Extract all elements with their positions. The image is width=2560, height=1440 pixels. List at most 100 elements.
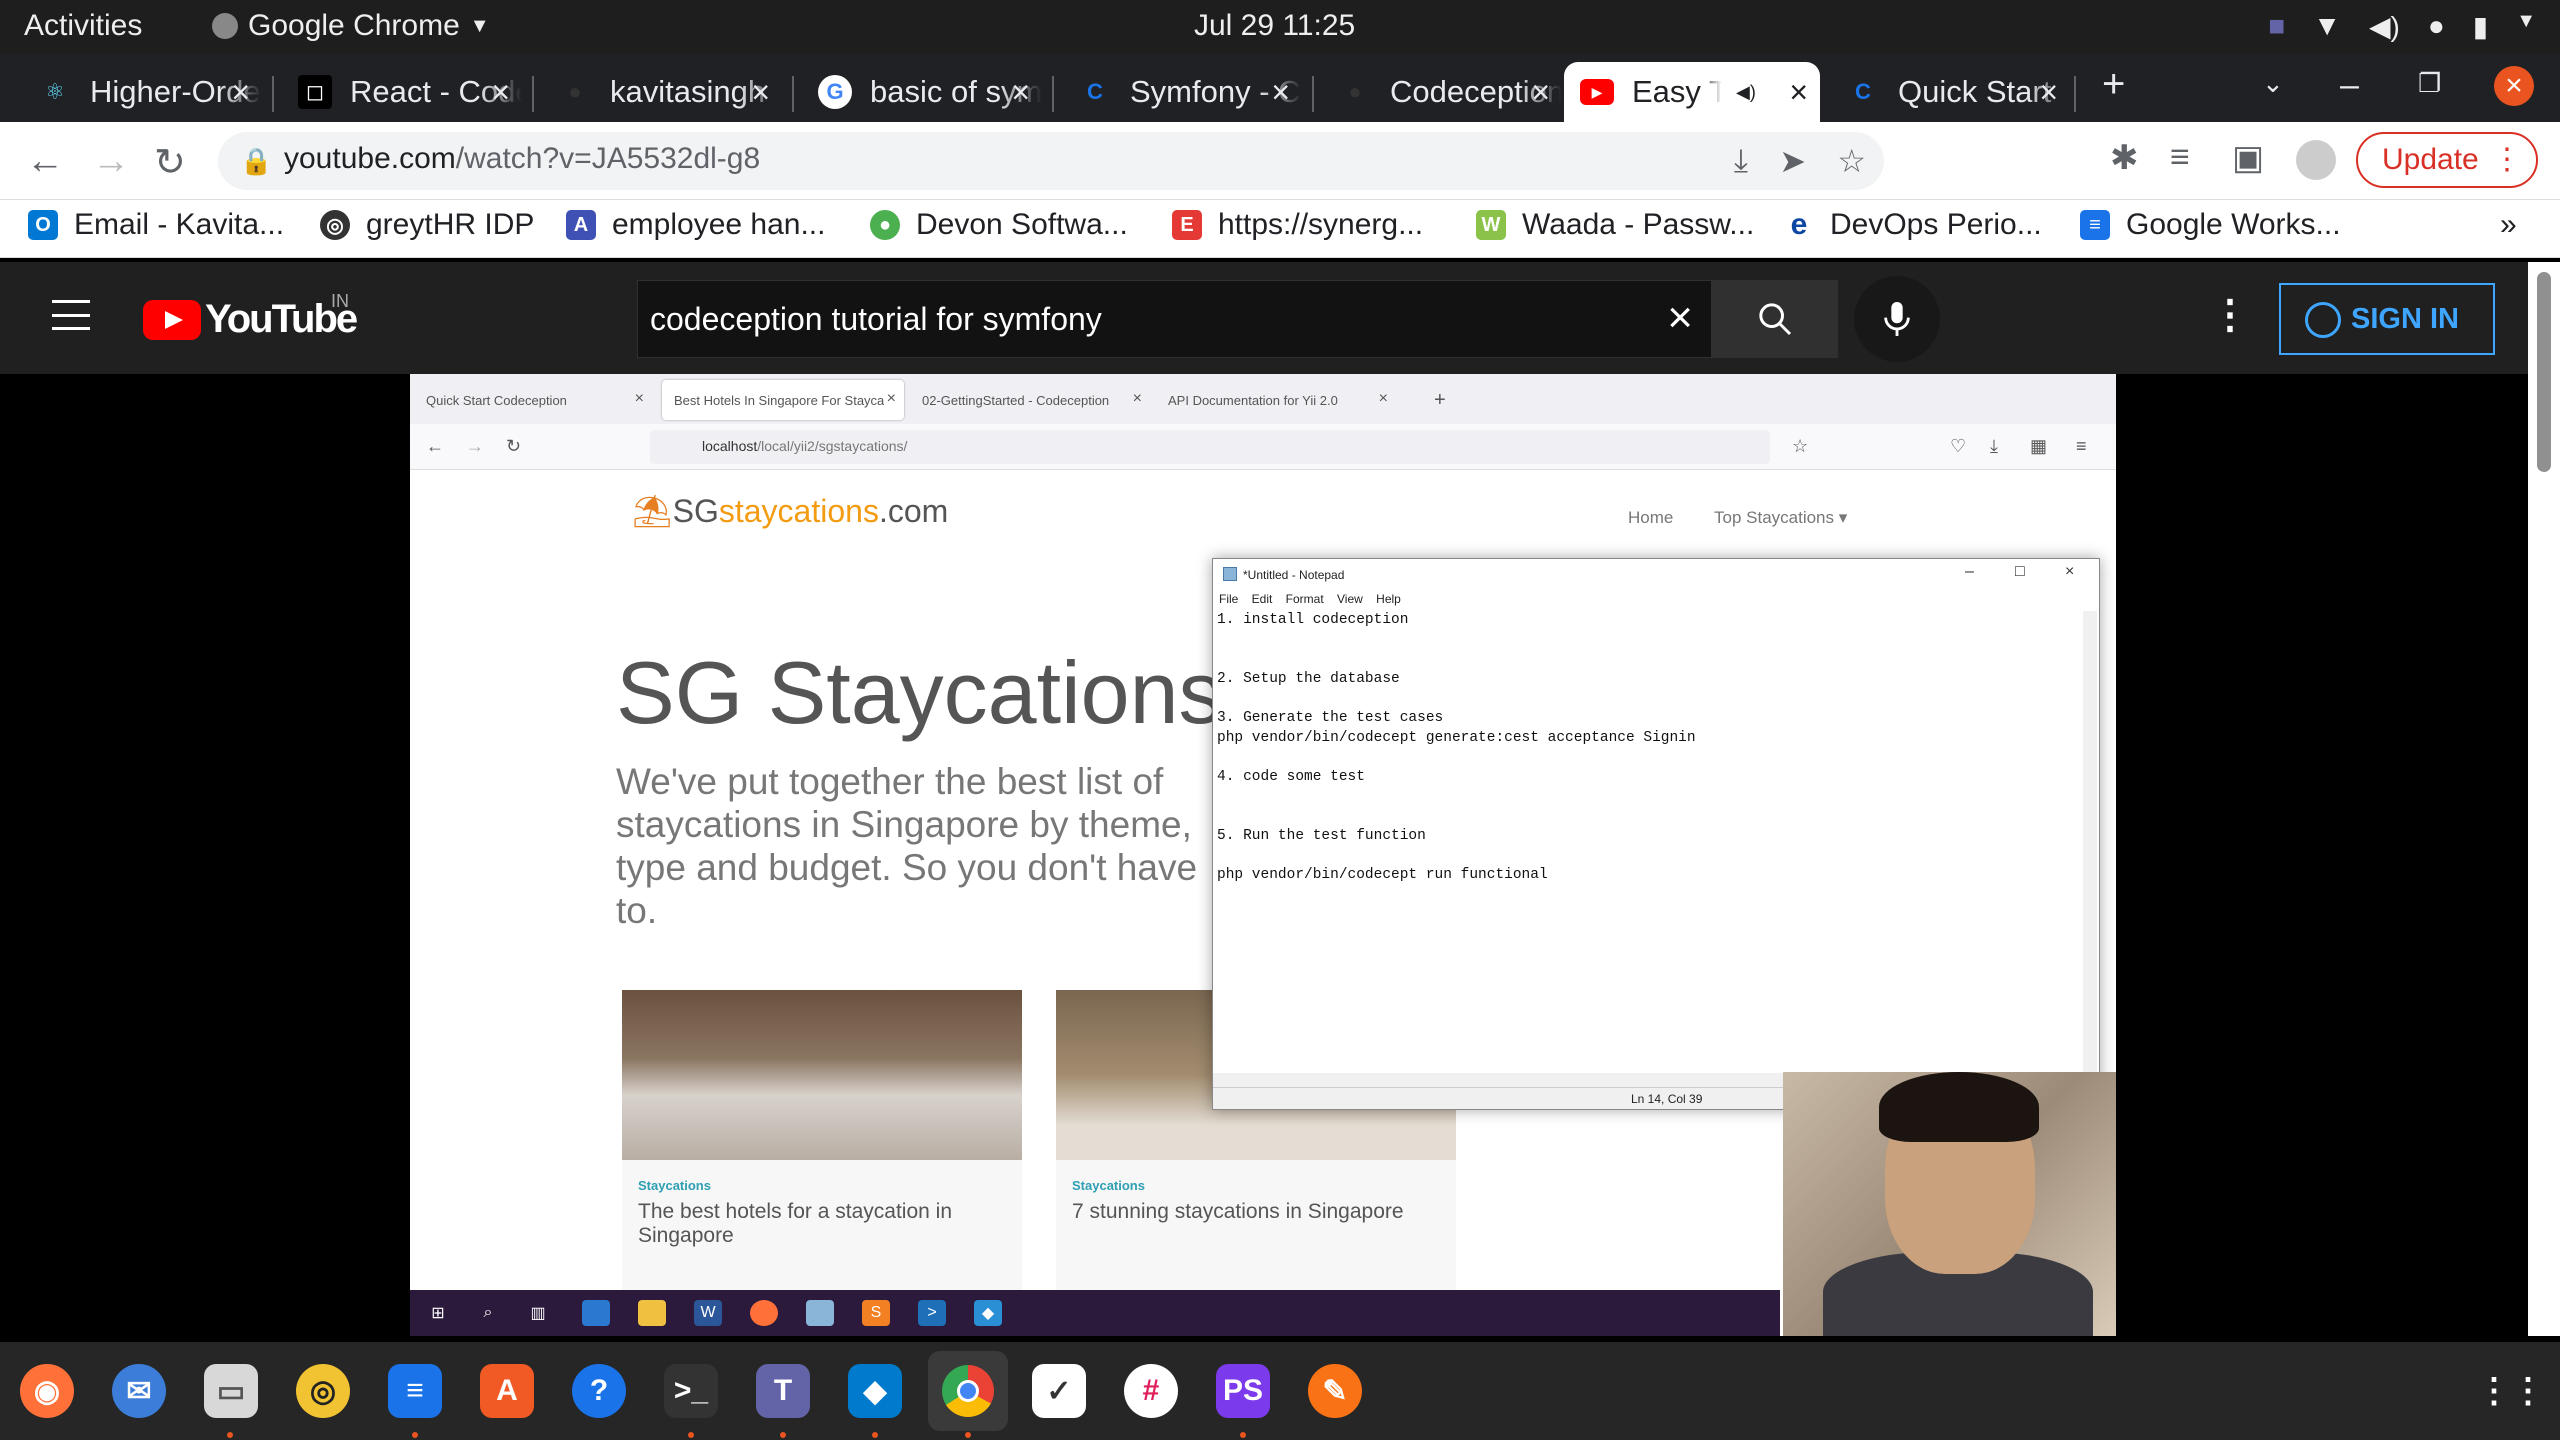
chrome-icon bbox=[212, 13, 238, 39]
app-menu[interactable]: Google Chrome ▼ bbox=[212, 9, 490, 43]
tab-search-icon[interactable]: ⌄ bbox=[2262, 68, 2284, 99]
codeception-icon: C bbox=[1855, 79, 1871, 104]
close-icon[interactable]: × bbox=[1789, 74, 1808, 111]
rhythmbox-icon[interactable]: ◎ bbox=[296, 1364, 350, 1418]
tab-separator bbox=[272, 76, 274, 112]
bookmark-devops[interactable]: e DevOps Perio... bbox=[1784, 208, 2042, 242]
toolbar: ← → ↻ 🔒 youtube.com/watch?v=JA5532dl-g8 … bbox=[0, 122, 2560, 200]
more-bookmarks-icon[interactable]: » bbox=[2500, 208, 2517, 242]
ubuntu-dock: ◉ ✉ ▭ ◎ ≡ A ? >_ T ◆ ✓ # PS ✎ ⋮⋮ bbox=[0, 1342, 2560, 1440]
hamburger-menu-icon[interactable] bbox=[52, 300, 90, 330]
close-icon[interactable]: × bbox=[231, 74, 250, 111]
close-icon[interactable]: × bbox=[1531, 74, 1550, 111]
tab-react-code[interactable]: ◻ React - Code × bbox=[282, 62, 522, 122]
youtube-icon: ▶ bbox=[1580, 79, 1614, 105]
bookmark-devon[interactable]: ● Devon Softwa... bbox=[870, 208, 1128, 242]
pocket-icon: ♡ bbox=[1950, 436, 1967, 456]
clear-search-icon[interactable]: × bbox=[1667, 293, 1693, 343]
close-icon[interactable]: × bbox=[751, 74, 770, 111]
scrollbar-thumb[interactable] bbox=[2537, 272, 2551, 472]
omnibox[interactable]: 🔒 youtube.com/watch?v=JA5532dl-g8 ⤓ ➤ ☆ bbox=[218, 132, 1884, 190]
tab-higher-order[interactable]: ⚛ Higher-Order × bbox=[22, 62, 262, 122]
tab-basic-of-symfony[interactable]: G basic of sym × bbox=[802, 62, 1042, 122]
search-button[interactable] bbox=[1712, 280, 1838, 358]
slack-icon[interactable]: # bbox=[1124, 1364, 1178, 1418]
search-input[interactable]: codeception tutorial for symfony × bbox=[637, 280, 1712, 358]
bookmark-google-works[interactable]: ≡ Google Works... bbox=[2080, 208, 2341, 242]
notepad-title: *Untitled - Notepad bbox=[1243, 568, 1345, 582]
bookmark-star-icon[interactable]: ☆ bbox=[1837, 142, 1866, 180]
bookmark-synerg[interactable]: Ehttps://synerg... bbox=[1172, 208, 1423, 242]
install-icon[interactable]: ⤓ bbox=[1734, 142, 1748, 180]
tab-easy-tutorial[interactable]: ▶ Easy Tutorial ◀) × bbox=[1564, 62, 1820, 122]
youtube-logo[interactable]: YouTube IN bbox=[143, 291, 358, 342]
phpstorm-icon[interactable]: PS bbox=[1216, 1364, 1270, 1418]
notepad-window: *Untitled - Notepad – □ × File Edit Form… bbox=[1212, 558, 2100, 1110]
close-icon[interactable]: × bbox=[2039, 74, 2058, 111]
minimize-button[interactable]: – bbox=[2340, 66, 2359, 105]
reading-list-icon[interactable]: ▣ bbox=[2232, 138, 2264, 178]
vscode-icon[interactable]: ◆ bbox=[848, 1364, 902, 1418]
sg-hero-subtitle: We've put together the best list of stay… bbox=[616, 761, 1198, 931]
bookmarks-bar: O Email - Kavita... ◎ greytHR IDP Aemploye… bbox=[0, 200, 2560, 258]
files-icon[interactable]: ▭ bbox=[204, 1364, 258, 1418]
folder-icon bbox=[638, 1300, 666, 1326]
pencil-app-icon[interactable]: ✎ bbox=[1308, 1364, 1362, 1418]
lock-icon[interactable]: 🔒 bbox=[240, 146, 272, 177]
software-center-icon[interactable]: A bbox=[480, 1364, 534, 1418]
bookmark-greythr[interactable]: ◎ greytHR IDP bbox=[320, 208, 534, 242]
firefox-icon[interactable]: ◉ bbox=[20, 1364, 74, 1418]
show-apps-icon[interactable]: ⋮⋮ bbox=[2477, 1364, 2545, 1418]
tab-quick-start[interactable]: C Quick Start × bbox=[1830, 62, 2070, 122]
page-scrollbar[interactable] bbox=[2528, 262, 2560, 1336]
settings-menu-icon[interactable]: ⋮ bbox=[2210, 292, 2250, 338]
power-menu-icon: ▼ bbox=[2516, 10, 2536, 32]
sign-in-button[interactable]: SIGN IN bbox=[2279, 283, 2495, 355]
tab-symfony[interactable]: C Symfony - C × bbox=[1062, 62, 1302, 122]
writer-icon[interactable]: ≡ bbox=[388, 1364, 442, 1418]
tab-kavitasingh[interactable]: ● kavitasingh × bbox=[542, 62, 782, 122]
youtube-header: YouTube IN codeception tutorial for symf… bbox=[0, 262, 2528, 374]
system-tray[interactable]: ■ ▼ ◀) ● ▮ ▼ bbox=[2268, 10, 2536, 43]
update-label: Update bbox=[2382, 143, 2479, 176]
terminal-icon[interactable]: >_ bbox=[664, 1364, 718, 1418]
update-button[interactable]: Update ⋮ bbox=[2356, 132, 2538, 188]
help-icon[interactable]: ? bbox=[572, 1364, 626, 1418]
chrome-icon[interactable] bbox=[928, 1351, 1008, 1431]
send-icon[interactable]: ➤ bbox=[1779, 142, 1806, 180]
clock[interactable]: Jul 29 11:25 bbox=[1194, 9, 1355, 43]
video-player[interactable]: Quick Start Codeception × Best Hotels In … bbox=[410, 374, 2116, 1336]
url-text[interactable]: youtube.com/watch?v=JA5532dl-g8 bbox=[284, 142, 760, 176]
tab-codeception[interactable]: ● Codeception × bbox=[1322, 62, 1562, 122]
edge-icon bbox=[582, 1300, 610, 1326]
back-button[interactable]: ← bbox=[26, 140, 64, 183]
media-control-icon[interactable]: ≡ bbox=[2170, 138, 2190, 177]
profile-avatar[interactable] bbox=[2296, 140, 2336, 180]
close-icon[interactable]: × bbox=[1271, 74, 1290, 111]
bookmark-employee[interactable]: Aemployee han... bbox=[566, 208, 825, 242]
synerg-icon: E bbox=[1172, 210, 1202, 240]
close-icon[interactable]: × bbox=[491, 74, 510, 111]
thunderbird-icon[interactable]: ✉ bbox=[112, 1364, 166, 1418]
teams-icon[interactable]: T bbox=[756, 1364, 810, 1418]
close-icon[interactable]: × bbox=[1011, 74, 1030, 111]
running-indicator bbox=[412, 1432, 418, 1438]
bookmark-waada[interactable]: W Waada - Passw... bbox=[1476, 208, 1754, 242]
close-icon: × bbox=[886, 390, 896, 407]
audio-playing-icon[interactable]: ◀) bbox=[1736, 82, 1756, 103]
restore-button[interactable]: ❐ bbox=[2418, 68, 2441, 99]
voice-search-button[interactable] bbox=[1854, 276, 1940, 362]
app-name: Google Chrome bbox=[248, 9, 460, 42]
new-tab-button[interactable]: + bbox=[2102, 62, 2125, 107]
activities-button[interactable]: Activities bbox=[24, 9, 142, 43]
extensions-icon[interactable]: ✱ bbox=[2110, 138, 2139, 178]
forward-button[interactable]: → bbox=[92, 140, 130, 183]
bookmark-label: Devon Softwa... bbox=[916, 208, 1128, 241]
sg-card-caption: The best hotels for a staycation in Sing… bbox=[638, 1200, 953, 1247]
bookmark-email[interactable]: O Email - Kavita... bbox=[28, 208, 284, 242]
close-icon: × bbox=[1378, 390, 1388, 407]
running-indicator bbox=[688, 1432, 694, 1438]
todo-icon[interactable]: ✓ bbox=[1032, 1364, 1086, 1418]
close-window-button[interactable]: × bbox=[2494, 66, 2534, 106]
reload-button[interactable]: ↻ bbox=[154, 140, 186, 185]
